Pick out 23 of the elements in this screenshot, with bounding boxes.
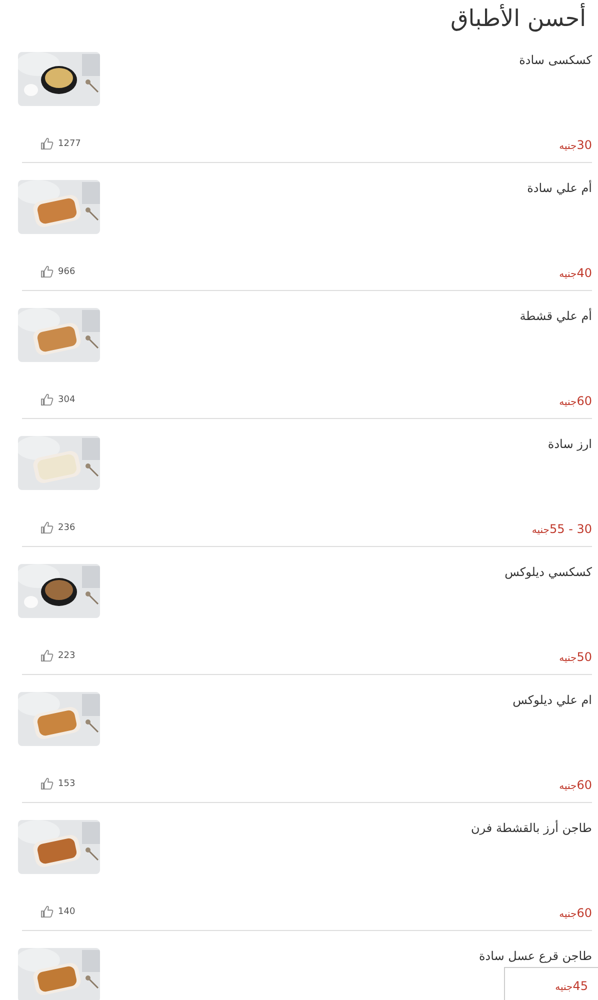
dish-name[interactable]: أم علي سادة	[527, 181, 592, 195]
dish-name[interactable]: ام علي ديلوكس	[512, 693, 592, 707]
dish-name[interactable]: طاجن قرع عسل سادة	[478, 949, 592, 963]
thumbs-up-icon[interactable]	[40, 137, 55, 150]
dish-name[interactable]: طاجن أرز بالقشطة فرن	[470, 821, 592, 835]
like-count: 223	[58, 650, 76, 660]
dish-name[interactable]: كسكسى سادة	[519, 53, 592, 67]
like-count: 140	[58, 906, 76, 916]
like-count: 1277	[58, 138, 81, 148]
thumbs-up-icon[interactable]	[40, 521, 55, 534]
like-count: 304	[58, 394, 76, 404]
dish-name[interactable]: ارز سادة	[548, 437, 592, 451]
thumbs-up-icon[interactable]	[40, 649, 55, 662]
thumbs-up-icon[interactable]	[40, 393, 55, 406]
thumbs-up-icon[interactable]	[40, 905, 55, 918]
like-count: 966	[58, 266, 76, 276]
thumbs-up-icon[interactable]	[40, 777, 55, 790]
like-count: 153	[58, 778, 76, 788]
dish-name[interactable]: كسكسي ديلوكس	[504, 565, 592, 579]
thumbs-up-icon[interactable]	[40, 265, 55, 278]
section-title: أحسن الأطباق	[0, 0, 598, 35]
like-count: 236	[58, 522, 76, 532]
dish-name[interactable]: أم علي قشطة	[520, 309, 592, 323]
